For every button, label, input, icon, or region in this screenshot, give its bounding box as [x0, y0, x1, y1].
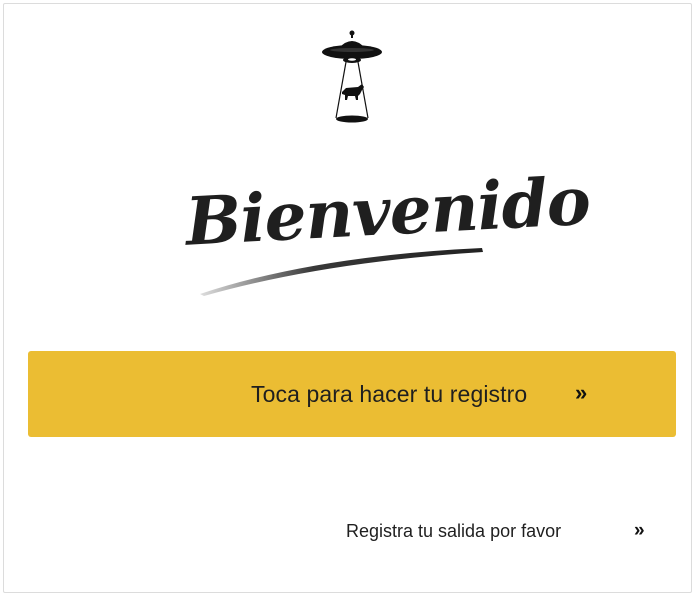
welcome-card: Bienvenido Toca para hacer tu registro »… [3, 3, 692, 593]
checkout-link[interactable]: Registra tu salida por favor » [346, 516, 666, 546]
double-chevron-right-icon: » [634, 520, 645, 541]
register-button[interactable]: Toca para hacer tu registro » [28, 351, 676, 437]
checkout-link-label: Registra tu salida por favor [346, 521, 562, 541]
welcome-title: Bienvenido [164, 144, 592, 304]
welcome-title-text: Bienvenido [182, 162, 592, 261]
double-chevron-right-icon: » [575, 380, 588, 405]
ufo-abducting-cow-icon [314, 30, 390, 128]
register-button-label: Toca para hacer tu registro [251, 381, 528, 407]
